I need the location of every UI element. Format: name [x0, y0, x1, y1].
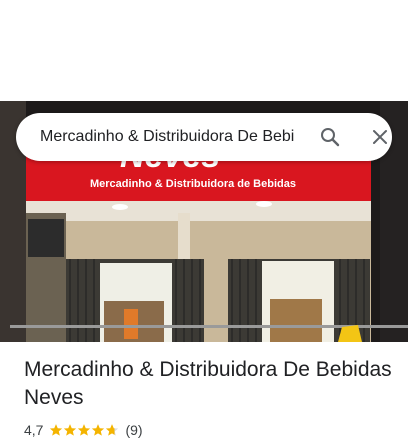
search-input[interactable]: Mercadinho & Distribuidora De Bebi — [40, 127, 302, 147]
star-icon — [78, 424, 91, 436]
star-icon — [92, 424, 105, 436]
star-rating — [49, 423, 119, 437]
rating-row[interactable]: 4,7 (9) — [24, 421, 143, 439]
half-star-icon — [106, 424, 119, 436]
search-bar[interactable]: Mercadinho & Distribuidora De Bebi — [16, 113, 392, 161]
place-title: Mercadinho & Distribuidora De Bebidas Ne… — [24, 358, 392, 409]
search-icon[interactable] — [318, 125, 342, 149]
rating-value: 4,7 — [24, 422, 44, 438]
sign-subtitle-text: Mercadinho & Distribuidora de Bebidas — [90, 178, 296, 190]
star-icon — [64, 424, 77, 436]
star-icon — [50, 424, 63, 436]
close-icon[interactable] — [368, 125, 392, 149]
review-count[interactable]: (9) — [125, 422, 142, 438]
